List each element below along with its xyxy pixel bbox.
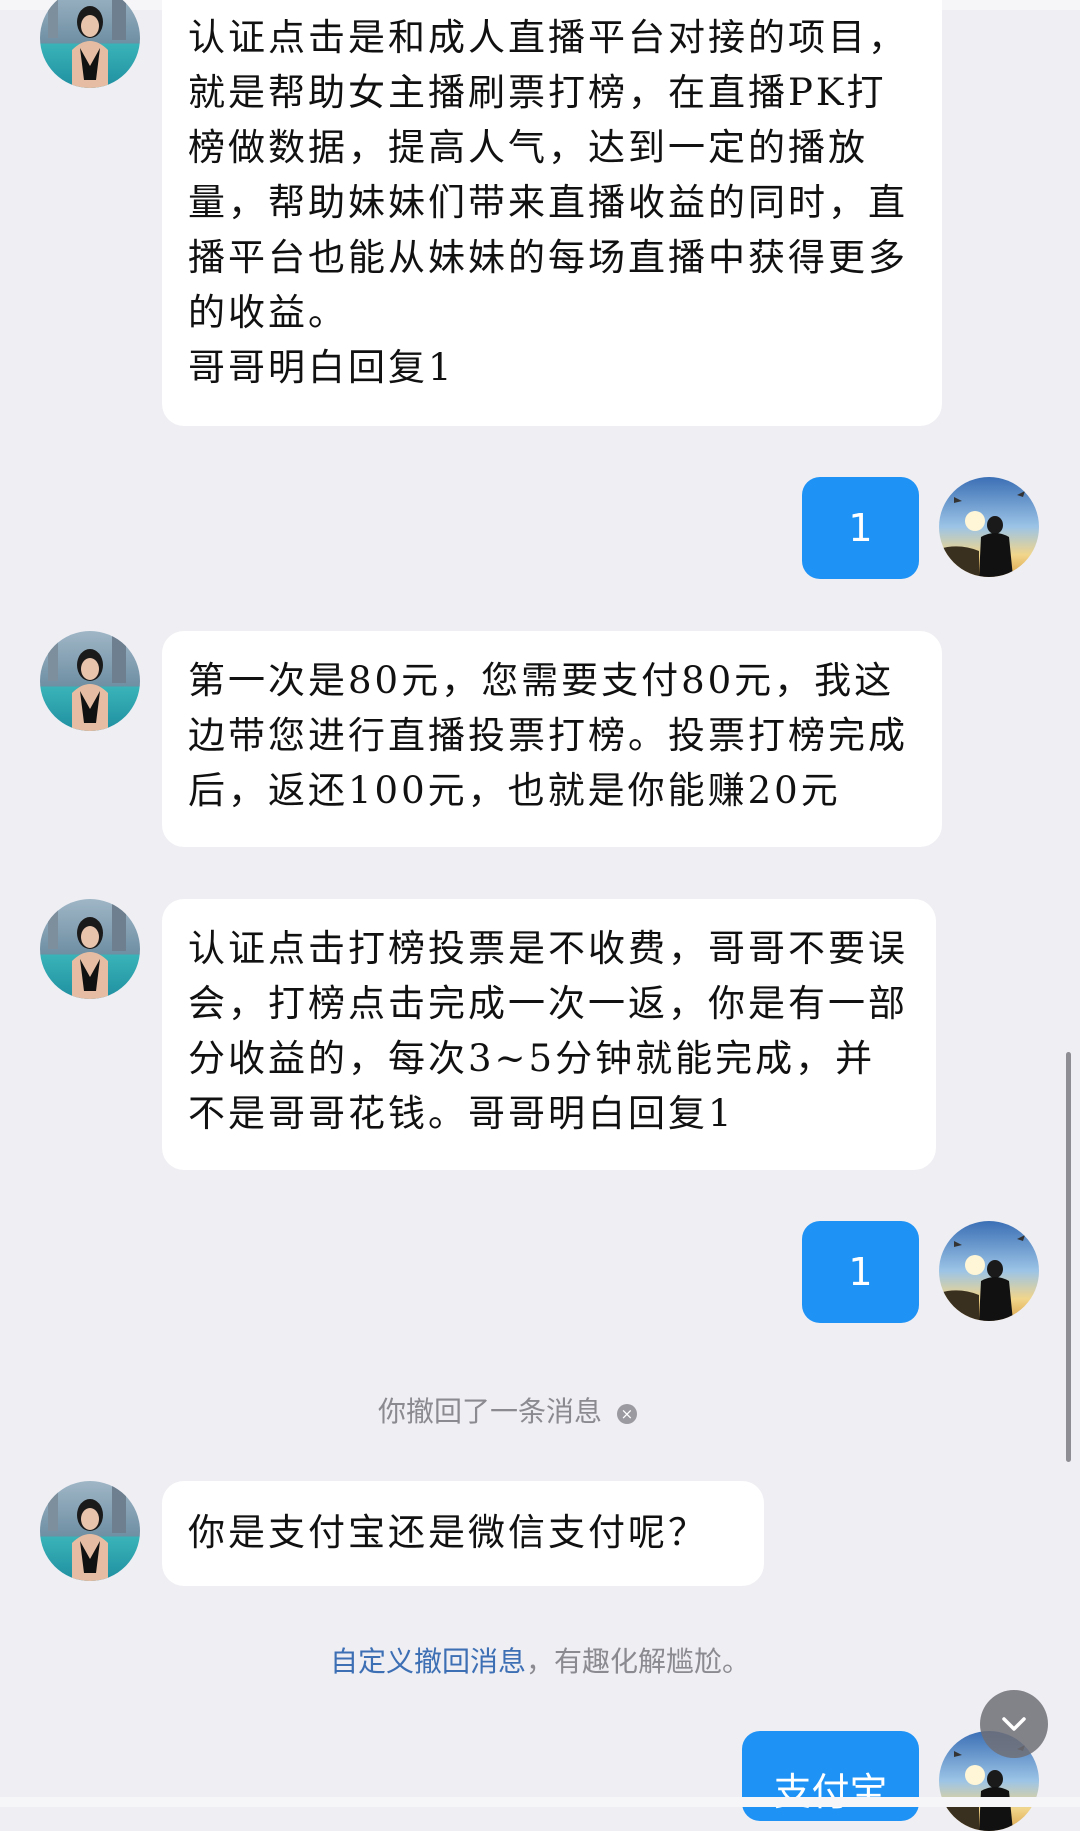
contact-avatar[interactable] [40,1481,140,1581]
recall-notice: 你撤回了一条消息 × [378,1390,637,1430]
contact-avatar[interactable] [40,0,140,88]
scroll-down-button[interactable] [980,1690,1048,1758]
message-bubble-outgoing[interactable]: 1 [802,477,919,579]
recall-notice-text: 你撤回了一条消息 [378,1395,603,1428]
message-bubble-incoming[interactable]: 你是支付宝还是微信支付呢？ [162,1481,764,1586]
bottom-edge [0,1797,1080,1807]
my-avatar[interactable] [939,477,1039,577]
message-bubble-outgoing[interactable]: 1 [802,1221,919,1323]
recall-tip: 自定义撤回消息，有趣化解尴尬。 [0,1640,1080,1680]
my-avatar[interactable] [939,1221,1039,1321]
message-bubble-outgoing[interactable]: 支付宝 [742,1731,919,1821]
contact-avatar[interactable] [40,899,140,999]
close-circle-icon[interactable]: × [616,1404,637,1424]
message-bubble-incoming[interactable]: 认证点击是和成人直播平台对接的项目，就是帮助女主播刷票打榜，在直播PK打榜做数据… [162,0,942,426]
message-bubble-incoming[interactable]: 认证点击打榜投票是不收费，哥哥不要误会，打榜点击完成一次一返，你是有一部分收益的… [162,899,936,1170]
message-bubble-incoming[interactable]: 第一次是80元，您需要支付80元，我这边带您进行直播投票打榜。投票打榜完成后，返… [162,631,942,847]
custom-recall-link[interactable]: 自定义撤回消息 [330,1645,526,1678]
scrollbar[interactable] [1066,1052,1071,1462]
chevron-down-icon [1002,1717,1026,1731]
contact-avatar[interactable] [40,631,140,731]
recall-tip-text: ，有趣化解尴尬。 [526,1645,751,1678]
